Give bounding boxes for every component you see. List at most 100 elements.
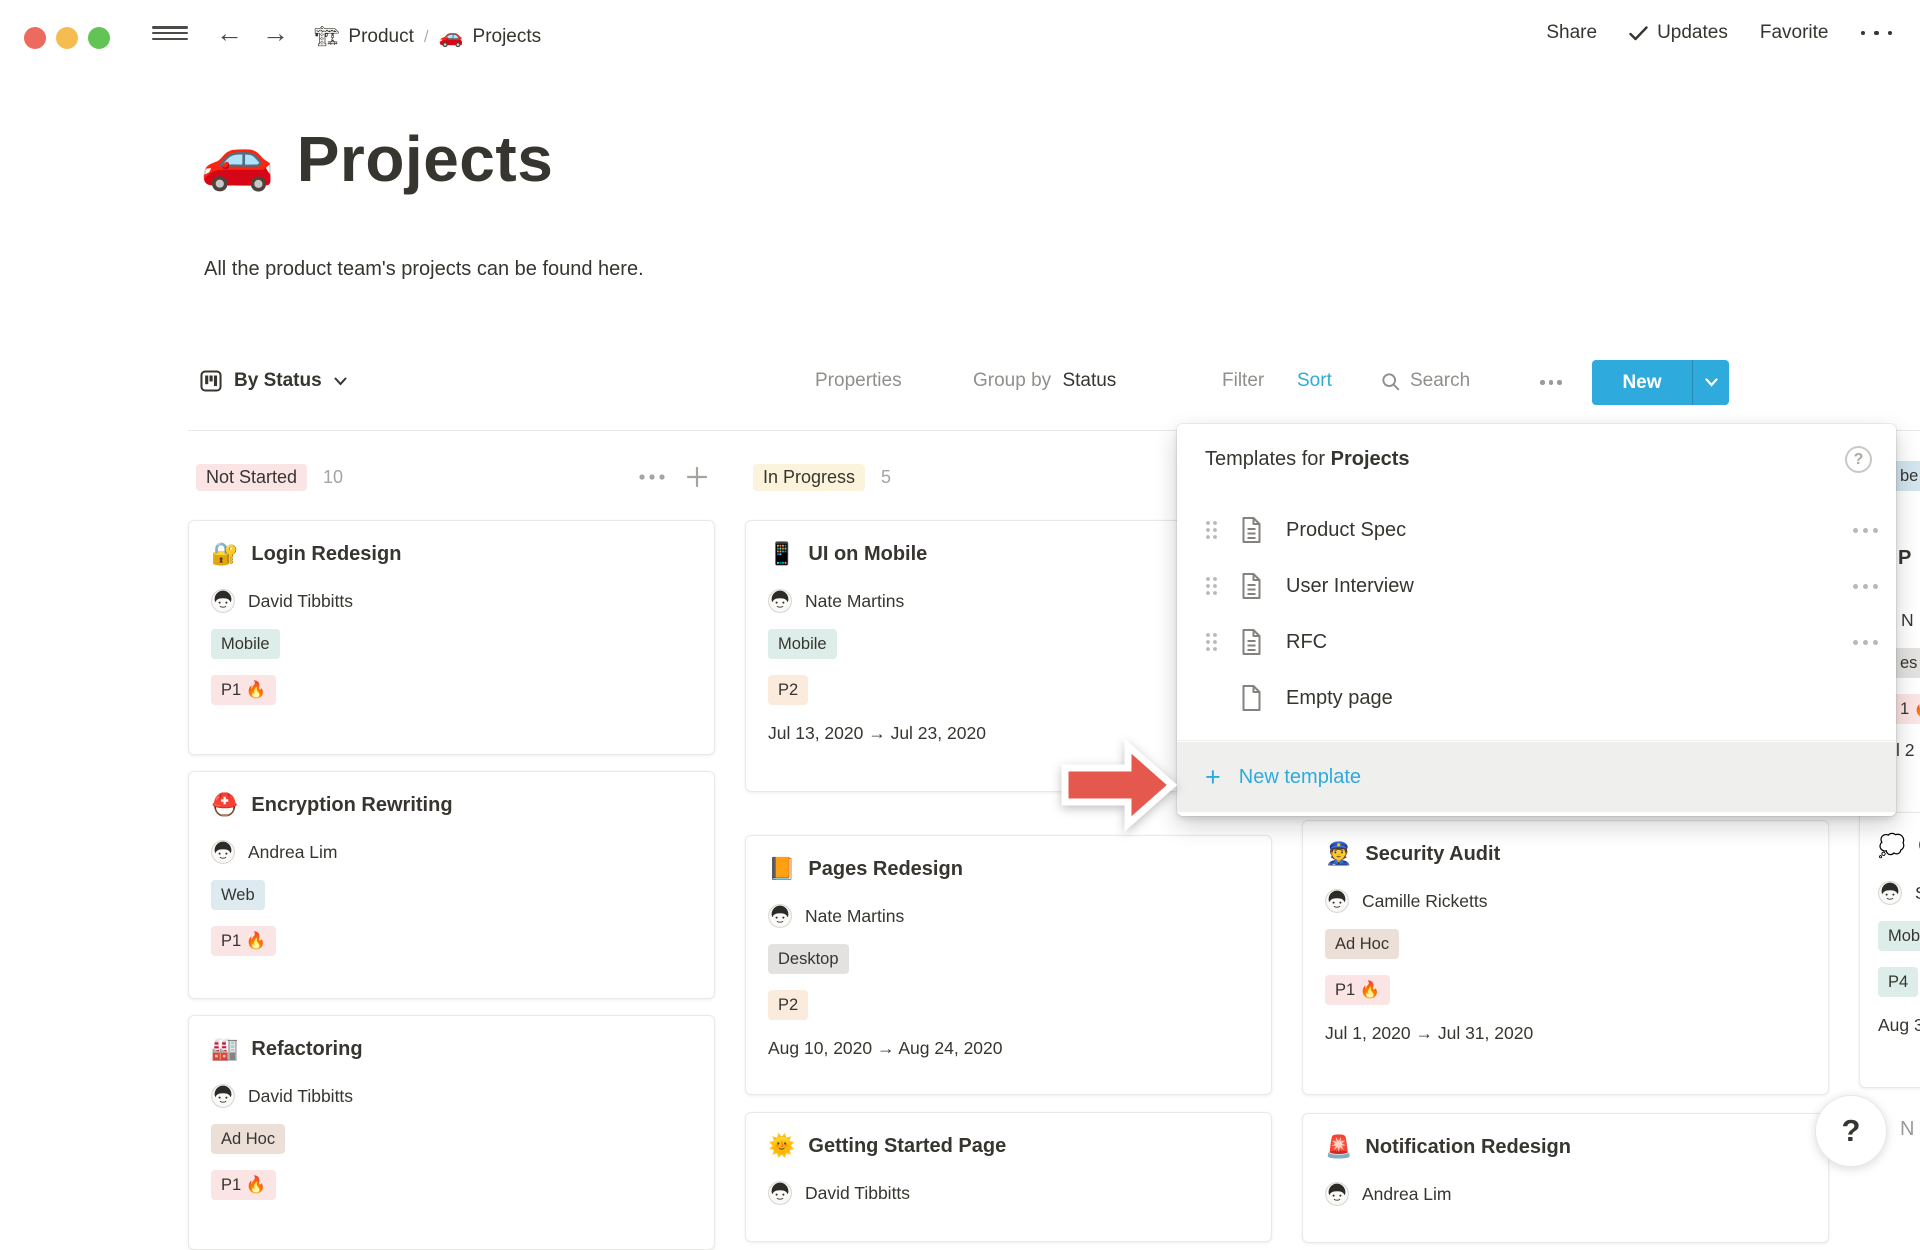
document-icon (1239, 628, 1264, 656)
card-title: Pages Redesign (808, 854, 963, 884)
thought-balloon-icon: 💭 (1878, 831, 1905, 861)
factory-icon: 🏭 (211, 1034, 238, 1064)
assignee-row: Camille Ricketts (1325, 889, 1808, 913)
tag-priority: P1 🔥 (1325, 975, 1390, 1005)
column-badge-not-started[interactable]: Not Started (196, 464, 307, 491)
red-annotation-arrow (1060, 738, 1178, 832)
tag-priority: P2 (768, 990, 808, 1020)
drag-handle-icon[interactable] (1205, 576, 1218, 596)
clipped-date-fragment: l 2 (1896, 740, 1914, 761)
breadcrumb-product[interactable]: 🏗 Product (314, 24, 414, 49)
breadcrumb: 🏗 Product / 🚗 Projects (314, 24, 541, 49)
card-title: Security Audit (1365, 839, 1500, 869)
filter-button[interactable]: Filter (1222, 370, 1264, 392)
help-button[interactable]: ? (1815, 1095, 1887, 1167)
more-options-icon[interactable] (1861, 31, 1893, 36)
assignee-name: Camille Ricketts (1362, 891, 1487, 912)
properties-button[interactable]: Properties (815, 370, 902, 392)
template-item-empty-page[interactable]: Empty page (1177, 670, 1896, 726)
tag-web: Web (211, 880, 265, 910)
tag-desktop: Desktop (768, 944, 849, 974)
template-more-icon[interactable] (1853, 528, 1878, 533)
column-badge-in-progress[interactable]: In Progress (753, 464, 865, 491)
drag-handle-icon[interactable] (1205, 520, 1218, 540)
date-range: Aug 3 (1878, 1015, 1920, 1036)
back-arrow-icon[interactable]: ← (216, 22, 243, 44)
tag-mobile: Mobile (768, 629, 837, 659)
avatar (768, 1181, 792, 1205)
avatar (211, 589, 235, 613)
clipped-priority-fragment: 1 🔥 (1892, 694, 1920, 724)
new-button-chevron-icon[interactable] (1693, 378, 1729, 387)
group-by-button[interactable]: Group by Status (973, 370, 1116, 392)
tag-priority: P1 🔥 (211, 675, 276, 705)
popup-divider (1177, 740, 1896, 741)
clipped-column-badge: be (1892, 461, 1920, 491)
avatar (768, 904, 792, 928)
new-button[interactable]: New (1592, 360, 1729, 405)
card-login-redesign[interactable]: 🔐 Login Redesign David Tibbitts Mobile P1… (188, 520, 715, 755)
lock-key-icon: 🔐 (211, 539, 238, 569)
column-add-icon[interactable] (686, 466, 708, 488)
breadcrumb-projects[interactable]: 🚗 Projects (439, 24, 542, 49)
card-refactoring[interactable]: 🏭Refactoring David Tibbitts Ad Hoc P1 🔥 (188, 1015, 715, 1250)
card-pages-redesign[interactable]: 📙Pages Redesign Nate Martins Desktop P2 … (745, 835, 1272, 1095)
assignee-row: David Tibbitts (211, 1084, 694, 1108)
card-notification-redesign[interactable]: 🚨Notification Redesign Andrea Lim (1302, 1113, 1829, 1243)
assignee-name: Andrea Lim (1362, 1184, 1452, 1205)
card-title: Login Redesign (251, 539, 401, 569)
document-icon (1239, 572, 1264, 600)
view-more-icon[interactable] (1540, 380, 1562, 385)
clipped-new-button-fragment: N (1900, 1118, 1914, 1141)
assignee-row: David Tibbitts (211, 589, 694, 613)
clipped-assignee-fragment: N (1901, 610, 1914, 631)
assignee-name: Andrea Lim (248, 842, 338, 863)
page-icon-car[interactable]: 🚗 (200, 129, 275, 189)
template-item-product-spec[interactable]: Product Spec (1177, 502, 1896, 558)
new-template-button[interactable]: + New template (1177, 742, 1896, 812)
avatar (211, 840, 235, 864)
assignee-name: Nate Martins (805, 906, 904, 927)
popup-title: Templates for Projects (1205, 448, 1410, 471)
card-security-audit[interactable]: 👮Security Audit Camille Ricketts Ad Hoc … (1302, 820, 1829, 1095)
assignee-name: David Tibbitts (248, 1086, 353, 1107)
chevron-down-icon (334, 377, 347, 386)
assignee-row: S (1878, 881, 1920, 905)
share-button[interactable]: Share (1546, 22, 1597, 44)
template-more-icon[interactable] (1853, 640, 1878, 645)
popup-help-icon[interactable]: ? (1845, 446, 1872, 473)
plus-icon: + (1205, 764, 1221, 791)
column-more-icon[interactable] (638, 473, 666, 481)
traffic-light-zoom[interactable] (88, 27, 110, 49)
police-officer-icon: 👮 (1325, 839, 1352, 869)
updates-button[interactable]: Updates (1629, 22, 1728, 44)
clipped-tag-fragment: es (1892, 648, 1920, 678)
tag-ad-hoc: Ad Hoc (1325, 929, 1399, 959)
forward-arrow-icon[interactable]: → (262, 22, 289, 44)
template-item-rfc[interactable]: RFC (1177, 614, 1896, 670)
search-button[interactable]: Search (1381, 370, 1470, 392)
sort-button[interactable]: Sort (1297, 370, 1332, 392)
construction-crane-icon: 🏗 (314, 24, 339, 49)
card-encryption-rewriting[interactable]: ⛑️Encryption Rewriting Andrea Lim Web P1… (188, 771, 715, 999)
card-title: Refactoring (251, 1034, 362, 1064)
document-icon (1239, 516, 1264, 544)
tag-priority: P1 🔥 (211, 926, 276, 956)
card-getting-started-page[interactable]: 🌞Getting Started Page David Tibbitts (745, 1112, 1272, 1242)
traffic-light-close[interactable] (24, 27, 46, 49)
date-range: Aug 10, 2020 → Aug 24, 2020 (768, 1038, 1251, 1059)
tag-mobile: Mobile (211, 629, 280, 659)
view-selector[interactable]: By Status (200, 370, 347, 392)
card-clipped[interactable]: 💭C S Mobile P4 Aug 3 (1859, 812, 1920, 1088)
drag-handle-icon[interactable] (1205, 632, 1218, 652)
template-item-user-interview[interactable]: User Interview (1177, 558, 1896, 614)
traffic-light-minimize[interactable] (56, 27, 78, 49)
mobile-phone-icon: 📱 (768, 539, 795, 569)
window-titlebar: ← → 🏗 Product / 🚗 Projects Share Updates… (0, 0, 1920, 64)
template-more-icon[interactable] (1853, 584, 1878, 589)
sidebar-menu-icon[interactable] (152, 26, 188, 40)
search-icon (1381, 372, 1400, 391)
card-title: Encryption Rewriting (251, 790, 452, 820)
avatar (768, 589, 792, 613)
favorite-button[interactable]: Favorite (1760, 22, 1829, 44)
